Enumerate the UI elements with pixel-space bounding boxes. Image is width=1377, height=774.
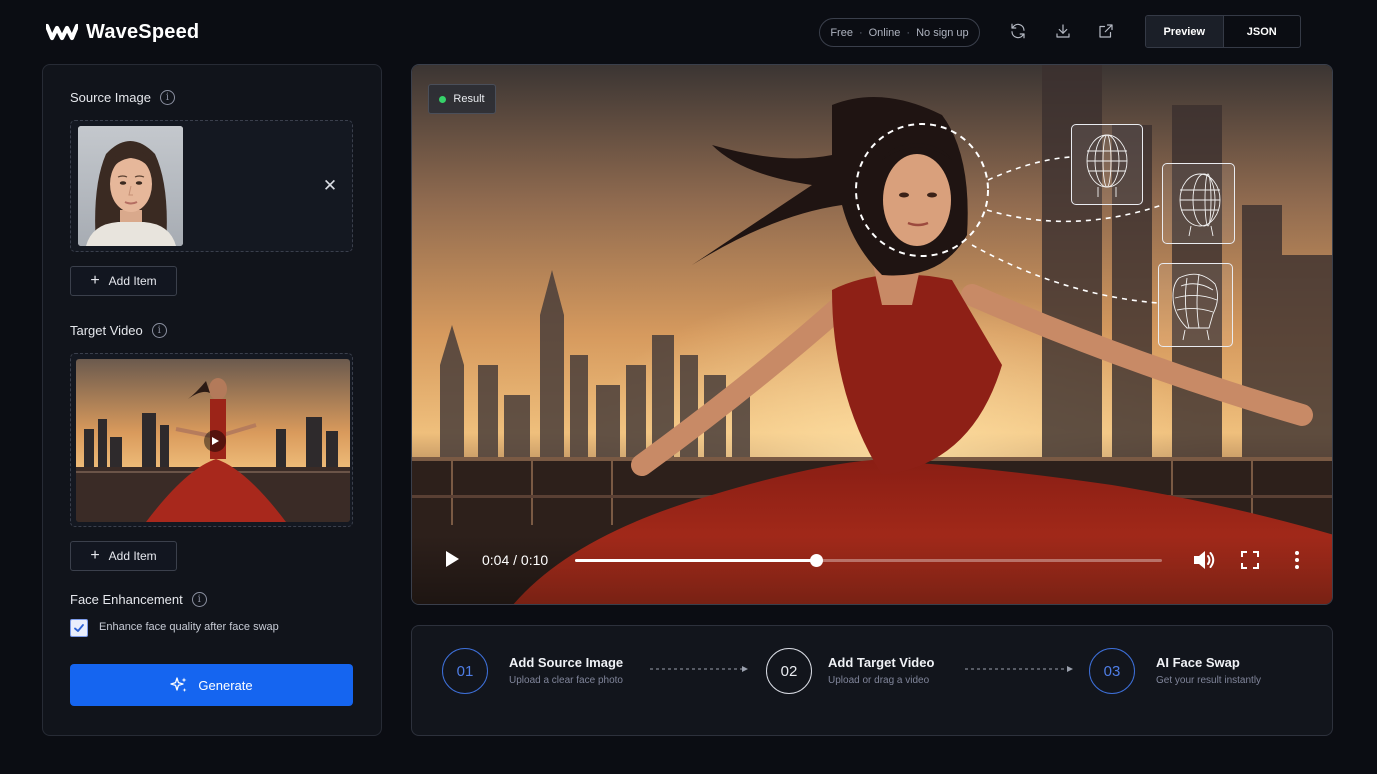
step-number: 01 (442, 648, 488, 694)
external-link-icon[interactable] (1095, 20, 1117, 42)
dashed-arrow-icon (965, 666, 1073, 672)
download-icon[interactable] (1052, 20, 1074, 42)
info-icon[interactable]: i (151, 323, 167, 338)
add-item-label: Add Item (108, 549, 157, 563)
target-video-label: Target Video (70, 323, 143, 338)
result-badge-label: Result (453, 93, 485, 105)
source-image-heading: Source Image i (70, 90, 175, 105)
result-badge: Result (428, 84, 496, 114)
generate-button[interactable]: Generate (70, 664, 353, 706)
step-subtitle: Upload or drag a video (828, 675, 930, 686)
tab-json[interactable]: JSON (1224, 16, 1301, 47)
step-subtitle: Upload a clear face photo (509, 675, 623, 686)
wireframe-head-profile-icon (1158, 263, 1233, 347)
status-pill: Free · Online · No sign up (819, 18, 980, 47)
pill-separator: · (906, 26, 911, 39)
source-face-thumbnail (78, 126, 183, 246)
logo-text: WaveSpeed (86, 20, 200, 43)
refresh-icon[interactable] (1007, 20, 1029, 42)
enhance-face-checkbox-label[interactable]: Enhance face quality after face swap (99, 621, 279, 633)
source-image-label: Source Image (70, 90, 151, 105)
more-options-icon[interactable] (1292, 550, 1302, 570)
dashed-arrow-icon (650, 666, 748, 672)
plus-icon: + (90, 272, 100, 289)
add-target-video-button[interactable]: + Add Item (70, 541, 177, 571)
result-video-player[interactable]: Result 0:04 / 0:10 (411, 64, 1333, 605)
status-dot (439, 95, 447, 103)
remove-source-image-button[interactable]: ✕ (321, 176, 339, 195)
step-title: AI Face Swap (1156, 655, 1240, 670)
add-source-image-button[interactable]: + Add Item (70, 266, 177, 296)
target-video-heading: Target Video i (70, 323, 167, 338)
face-enhancement-heading: Face Enhancement i (70, 592, 207, 607)
generate-label: Generate (198, 677, 253, 693)
pill-free: Free (830, 26, 853, 39)
step-number: 02 (766, 648, 812, 694)
pill-no-signup: No sign up (916, 26, 969, 39)
sparkles-icon (170, 677, 187, 692)
play-icon[interactable] (442, 549, 462, 569)
face-enhancement-label: Face Enhancement (70, 592, 183, 607)
checkmark-icon (74, 624, 84, 632)
info-icon[interactable]: i (159, 90, 175, 105)
fullscreen-icon[interactable] (1241, 551, 1259, 569)
step-title: Add Source Image (509, 655, 624, 670)
wave-logo-icon (46, 23, 78, 41)
brand-logo[interactable]: WaveSpeed (46, 18, 199, 46)
volume-icon[interactable] (1192, 549, 1216, 571)
info-icon[interactable]: i (191, 592, 207, 607)
tab-preview[interactable]: Preview (1146, 16, 1224, 47)
pill-online: Online (868, 26, 901, 39)
play-icon[interactable] (204, 430, 226, 452)
how-it-works-steps: 01 Add Source Image Upload a clear face … (411, 625, 1333, 736)
input-panel: Source Image i ✕ + Add Item Target Video… (42, 64, 382, 736)
pill-separator: · (858, 26, 863, 39)
step-title: Add Target Video (828, 655, 935, 670)
plus-icon: + (90, 547, 100, 564)
video-progress-fill (575, 559, 816, 562)
enhance-face-checkbox[interactable] (70, 619, 88, 637)
step-number: 03 (1089, 648, 1135, 694)
target-video-thumbnail[interactable] (76, 359, 350, 522)
video-progress-bar[interactable] (575, 554, 1162, 567)
view-toggle: Preview JSON (1145, 15, 1301, 48)
step-subtitle: Get your result instantly (1156, 675, 1262, 686)
video-progress-handle[interactable] (809, 554, 823, 567)
video-time: 0:04 / 0:10 (482, 552, 549, 568)
wireframe-head-angled-icon (1162, 163, 1235, 244)
wireframe-head-front-icon (1071, 124, 1143, 205)
add-item-label: Add Item (108, 274, 157, 288)
